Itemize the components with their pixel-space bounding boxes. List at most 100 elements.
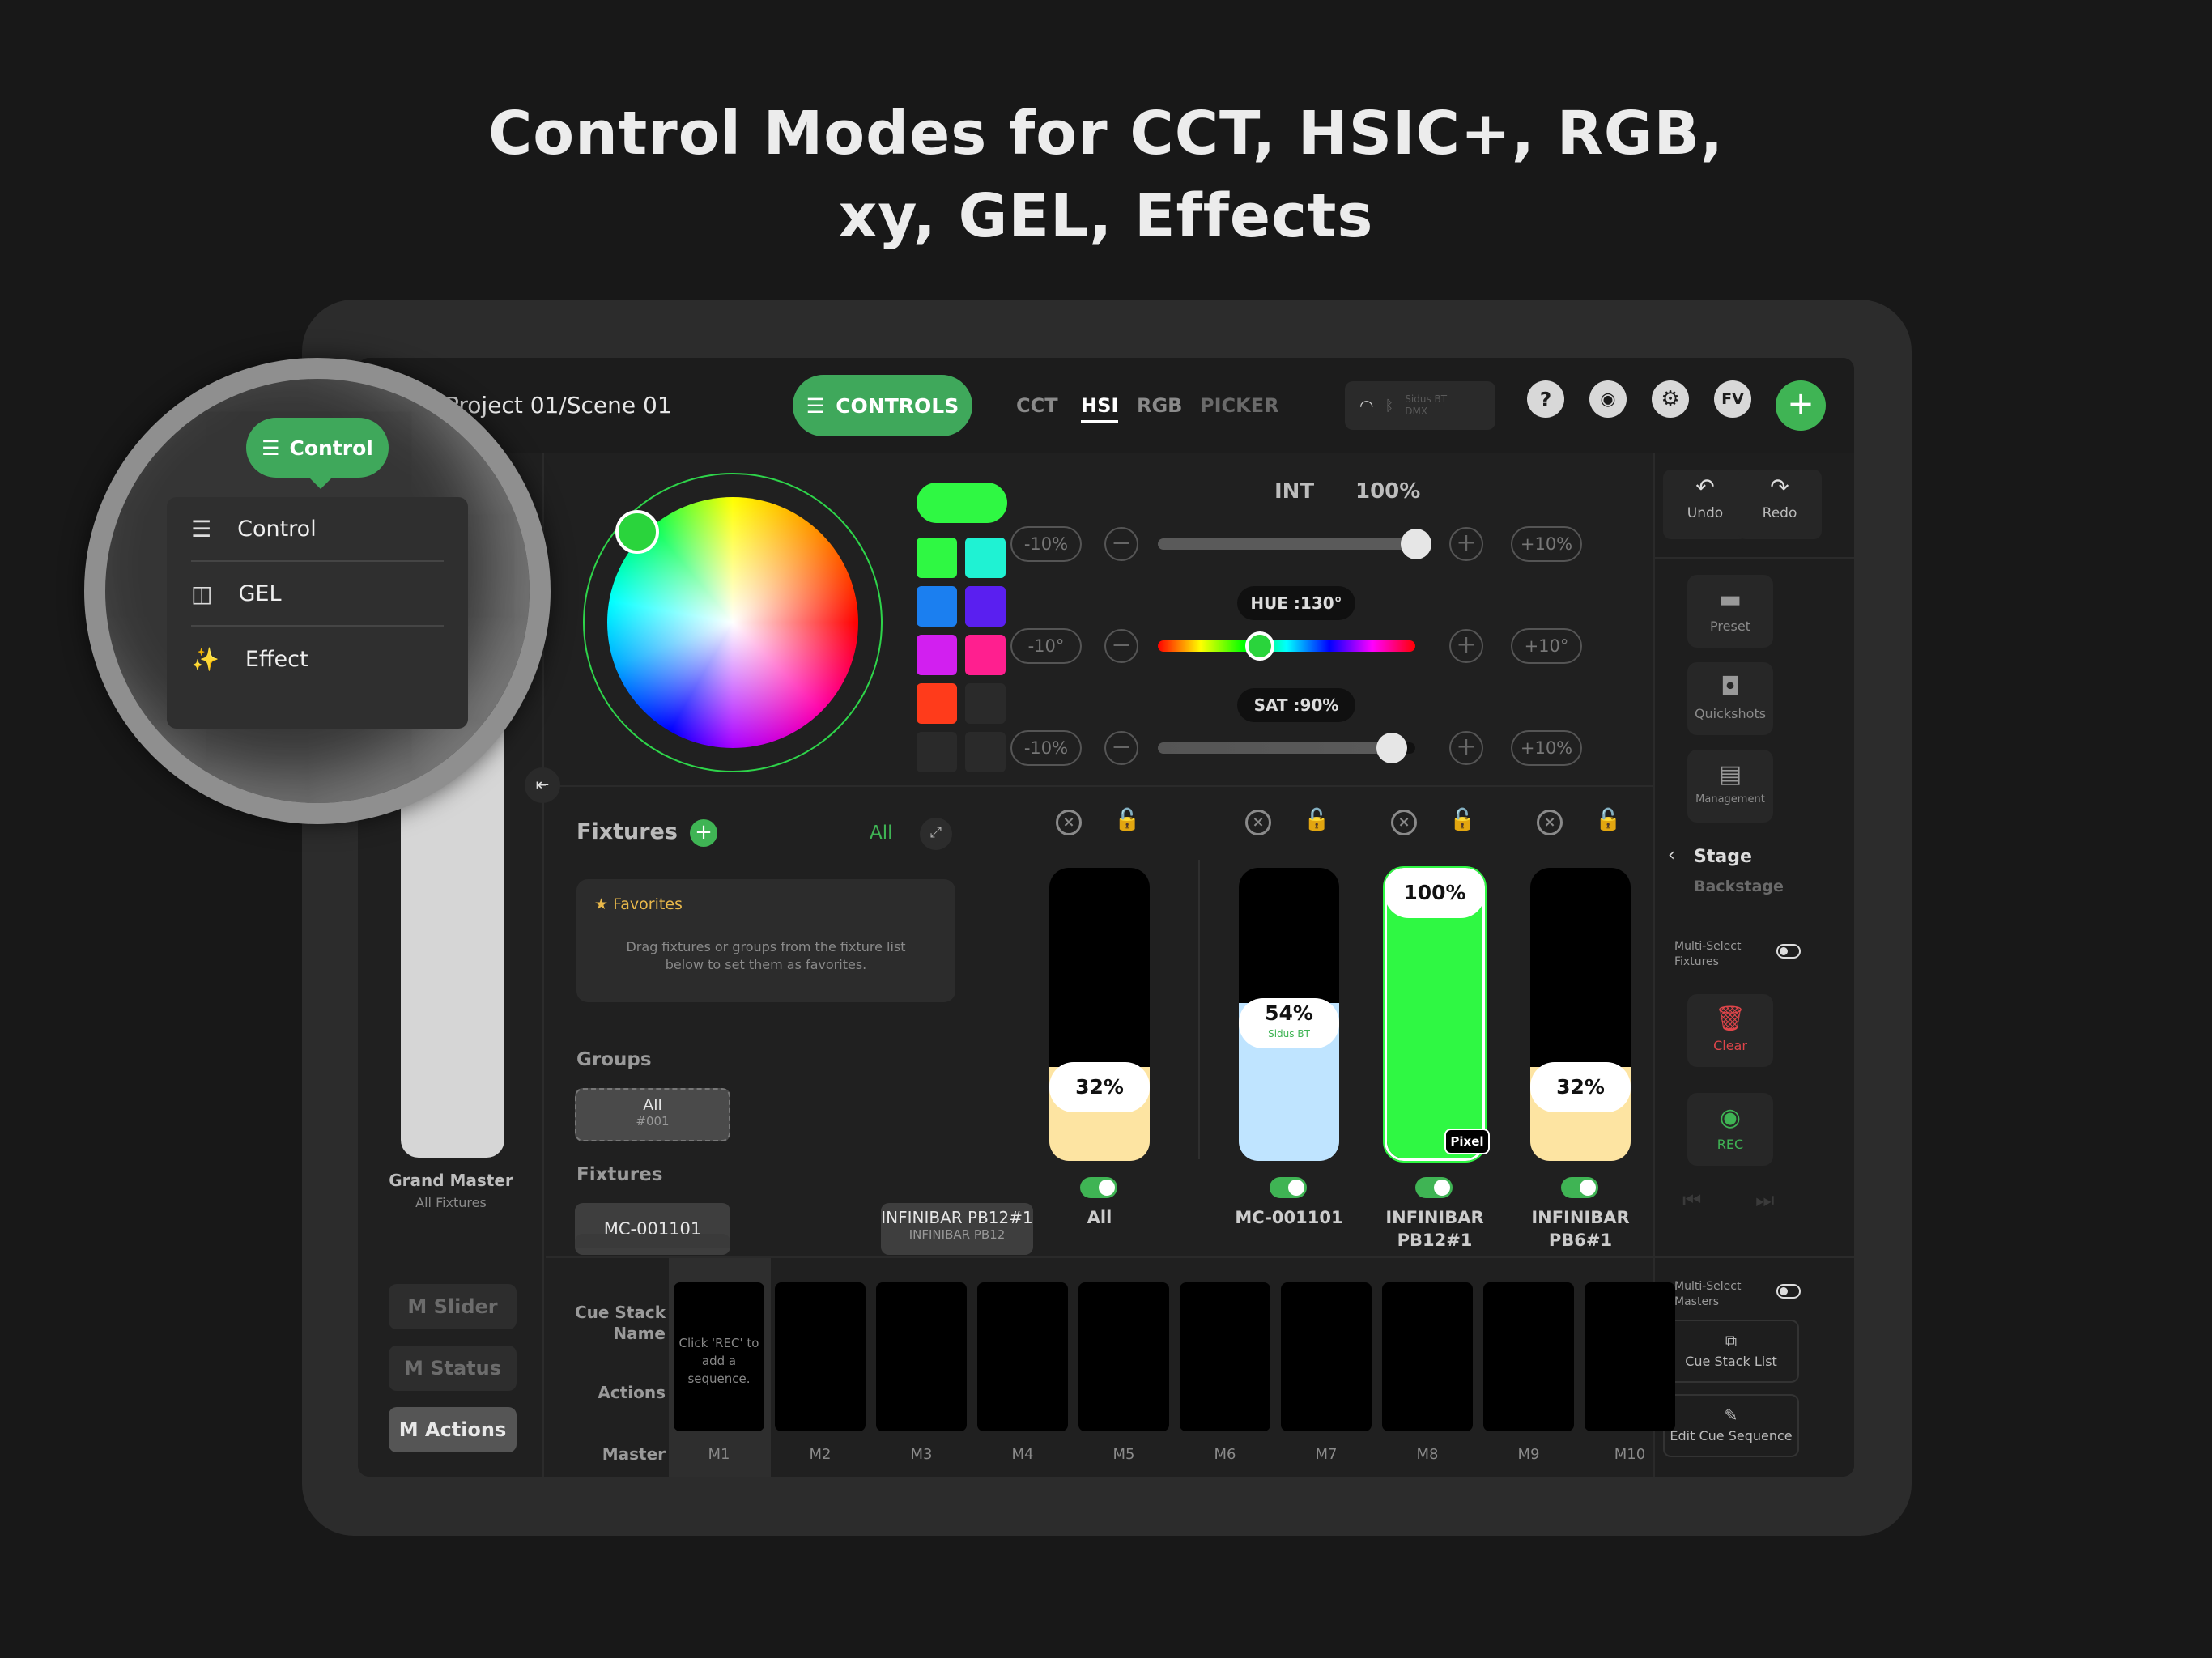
unlock-icon[interactable]: 🔓	[1114, 808, 1140, 832]
tab-cct[interactable]: CCT	[1016, 358, 1058, 453]
color-swatch[interactable]	[917, 683, 957, 724]
multi-select-masters-toggle[interactable]	[1776, 1284, 1801, 1299]
active-color-swatch[interactable]	[917, 483, 1007, 523]
user-avatar[interactable]: FV	[1714, 380, 1751, 418]
fader-toggle[interactable]	[1080, 1177, 1117, 1198]
master-label[interactable]: M5	[1078, 1446, 1169, 1463]
unlock-icon[interactable]: 🔓	[1595, 808, 1621, 832]
hue-plus-10-button[interactable]: +10°	[1511, 628, 1582, 664]
fixture-fader[interactable]	[1049, 868, 1150, 1161]
master-label[interactable]: M6	[1180, 1446, 1270, 1463]
color-swatch[interactable]	[917, 635, 957, 675]
rec-button[interactable]: ◉ REC	[1687, 1093, 1773, 1166]
stage-label[interactable]: Stage	[1694, 847, 1752, 867]
color-swatch[interactable]	[965, 635, 1006, 675]
control-mode-button[interactable]: ☰ Control	[246, 418, 389, 478]
hue-decrement-icon[interactable]: −	[1104, 629, 1138, 663]
sat-decrement-icon[interactable]: −	[1104, 731, 1138, 765]
int-minus-10-button[interactable]: -10%	[1010, 526, 1082, 562]
connection-status[interactable]: ◠ ᛒ Sidus BT DMX	[1345, 381, 1495, 430]
group-chip-all[interactable]: All #001	[575, 1088, 730, 1141]
chat-icon[interactable]: ◉	[1589, 380, 1627, 418]
color-swatch[interactable]	[965, 683, 1006, 724]
deselect-icon[interactable]: ×	[1537, 810, 1563, 835]
int-track[interactable]	[1158, 538, 1422, 550]
menu-item-control[interactable]: ☰ Control	[191, 497, 444, 562]
backstage-label[interactable]: Backstage	[1694, 878, 1784, 895]
undo-button[interactable]: ↶ Undo	[1663, 470, 1747, 539]
management-button[interactable]: ▤ Management	[1687, 750, 1773, 823]
master-label[interactable]: M3	[876, 1446, 967, 1463]
hue-minus-10-button[interactable]: -10°	[1010, 628, 1082, 664]
cue-slot[interactable]	[1382, 1282, 1473, 1431]
back-chevron-icon[interactable]: ‹	[1668, 845, 1675, 865]
int-decrement-icon[interactable]: −	[1104, 527, 1138, 561]
color-swatch[interactable]	[965, 732, 1006, 772]
int-slider-handle[interactable]	[1401, 529, 1431, 559]
cue-slot[interactable]	[1078, 1282, 1169, 1431]
color-wheel-handle[interactable]	[615, 510, 659, 554]
unlock-icon[interactable]: 🔓	[1449, 808, 1475, 832]
cue-stack-list-button[interactable]: ⧉ Cue Stack List	[1663, 1320, 1799, 1383]
master-label[interactable]: M7	[1281, 1446, 1372, 1463]
tab-rgb[interactable]: RGB	[1137, 358, 1182, 453]
master-label[interactable]: M10	[1585, 1446, 1675, 1463]
next-icon[interactable]: ⏭	[1755, 1188, 1774, 1214]
quickshots-button[interactable]: ◘ Quickshots	[1687, 662, 1773, 735]
pixel-badge[interactable]: Pixel	[1444, 1129, 1490, 1154]
cue-slot[interactable]	[1180, 1282, 1270, 1431]
color-swatch[interactable]	[917, 732, 957, 772]
previous-icon[interactable]: ⏮	[1682, 1188, 1701, 1214]
hue-increment-icon[interactable]: +	[1449, 629, 1483, 663]
deselect-icon[interactable]: ×	[1056, 810, 1082, 835]
master-label[interactable]: M1	[674, 1446, 764, 1463]
deselect-icon[interactable]: ×	[1391, 810, 1417, 835]
help-icon[interactable]: ?	[1527, 380, 1564, 418]
fixture-filter[interactable]: All	[870, 823, 893, 844]
cue-slot[interactable]	[977, 1282, 1068, 1431]
color-swatch[interactable]	[965, 586, 1006, 627]
master-label[interactable]: M2	[775, 1446, 866, 1463]
hue-slider-handle[interactable]	[1245, 631, 1275, 661]
master-label[interactable]: M8	[1382, 1446, 1473, 1463]
fixture-fader[interactable]	[1530, 868, 1631, 1161]
clear-button[interactable]: 🗑 Clear	[1687, 994, 1773, 1067]
master-label[interactable]: M4	[977, 1446, 1068, 1463]
fader-toggle[interactable]	[1270, 1177, 1307, 1198]
sat-increment-icon[interactable]: +	[1449, 731, 1483, 765]
m-slider-button[interactable]: M Slider	[389, 1284, 517, 1329]
edit-cue-sequence-button[interactable]: ✎ Edit Cue Sequence	[1663, 1394, 1799, 1457]
cue-slot[interactable]	[1585, 1282, 1675, 1431]
deselect-icon[interactable]: ×	[1245, 810, 1271, 835]
cue-slot[interactable]	[775, 1282, 866, 1431]
add-button[interactable]: +	[1776, 380, 1826, 431]
m-status-button[interactable]: M Status	[389, 1346, 517, 1391]
gear-icon[interactable]: ⚙	[1652, 380, 1689, 418]
color-swatch[interactable]	[917, 586, 957, 627]
multi-select-fixtures-toggle[interactable]	[1776, 944, 1801, 959]
int-increment-icon[interactable]: +	[1449, 527, 1483, 561]
redo-button[interactable]: ↷ Redo	[1738, 470, 1822, 539]
sat-slider-handle[interactable]	[1376, 733, 1407, 763]
tab-hsi[interactable]: HSI	[1081, 358, 1119, 453]
add-fixture-icon[interactable]: +	[690, 819, 717, 847]
menu-item-gel[interactable]: ◫ GEL	[191, 562, 444, 627]
tab-picker[interactable]: PICKER	[1200, 358, 1279, 453]
fader-toggle[interactable]	[1561, 1177, 1598, 1198]
preset-button[interactable]: ▬ Preset	[1687, 575, 1773, 648]
fixture-chip-partial[interactable]	[575, 1234, 730, 1248]
cue-slot[interactable]	[876, 1282, 967, 1431]
controls-button[interactable]: ☰ CONTROLS	[793, 375, 972, 436]
menu-item-effect[interactable]: ✨ Effect	[191, 627, 444, 691]
color-swatch[interactable]	[965, 538, 1006, 578]
color-swatch[interactable]	[917, 538, 957, 578]
fader-toggle[interactable]	[1415, 1177, 1453, 1198]
master-label[interactable]: M9	[1483, 1446, 1574, 1463]
sat-plus-10-button[interactable]: +10%	[1511, 730, 1582, 766]
cue-slot[interactable]	[1281, 1282, 1372, 1431]
m-actions-button[interactable]: M Actions	[389, 1407, 517, 1452]
hue-track[interactable]	[1158, 640, 1415, 652]
int-plus-10-button[interactable]: +10%	[1511, 526, 1582, 562]
expand-icon[interactable]: ⤢	[920, 818, 952, 850]
unlock-icon[interactable]: 🔓	[1304, 808, 1329, 832]
